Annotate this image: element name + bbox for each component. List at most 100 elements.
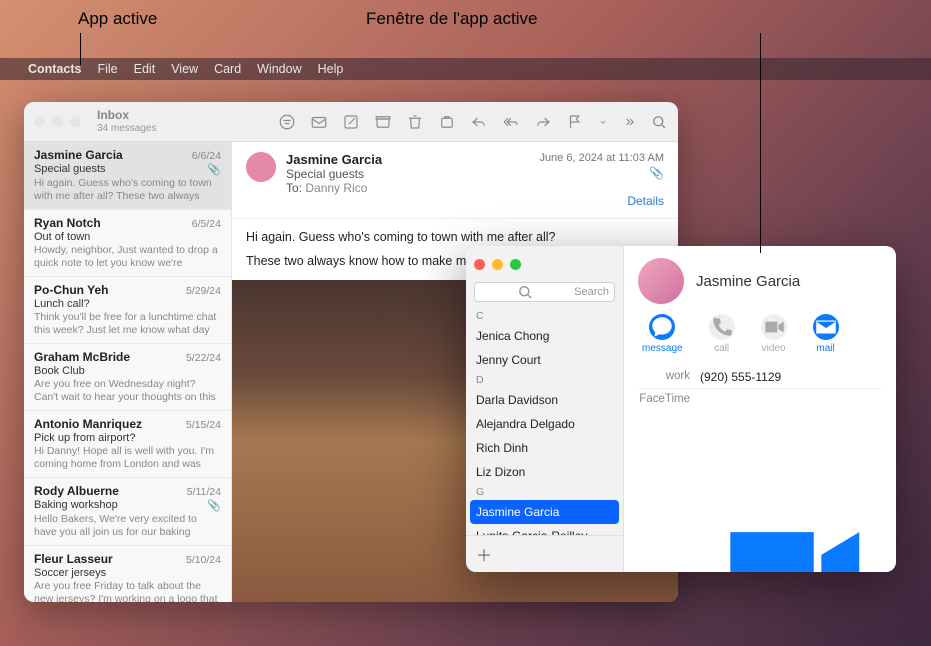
paperclip-icon: 📎 <box>207 163 221 176</box>
facetime-buttons[interactable] <box>700 393 882 572</box>
message-subject: Pick up from airport? <box>34 432 135 444</box>
facetime-label: FaceTime <box>638 393 700 572</box>
contact-list-item[interactable]: Jenny Court <box>466 348 623 372</box>
menu-view[interactable]: View <box>171 62 198 76</box>
open-message-date: June 6, 2024 at 11:03 AM <box>539 152 664 164</box>
mail-action-button[interactable]: mail <box>813 314 839 354</box>
open-message-to: Danny Rico <box>305 181 367 195</box>
mail-list-item[interactable]: Fleur Lasseur 5/10/24 Soccer jerseysAre yo… <box>24 546 231 602</box>
message-subject: Baking workshop <box>34 499 118 512</box>
mail-list-item[interactable]: Graham McBride 5/22/24 Book ClubAre you fr… <box>24 344 231 411</box>
message-subject: Book Club <box>34 365 85 377</box>
call-action-button[interactable]: call <box>709 314 735 354</box>
contact-list-item[interactable]: Darla Davidson <box>466 388 623 412</box>
open-message-from: Jasmine Garcia <box>286 152 529 167</box>
mail-traffic-lights[interactable] <box>34 116 81 127</box>
mail-message-list[interactable]: Jasmine Garcia6/6/24Special guests📎Hi ag… <box>24 142 232 602</box>
add-contact-button[interactable]: ＋ <box>466 535 623 572</box>
menu-bar: Contacts File Edit View Card Window Help <box>0 58 931 80</box>
contacts-traffic-lights[interactable] <box>474 259 521 270</box>
message-action-button[interactable]: message <box>642 314 683 354</box>
compose-icon[interactable] <box>342 113 360 131</box>
message-from: Ryan Notch <box>34 216 101 230</box>
callout-window-active: Fenêtre de l'app active <box>366 9 537 29</box>
contacts-section-header: C <box>466 308 623 324</box>
menu-window[interactable]: Window <box>257 62 301 76</box>
video-action-button[interactable]: video <box>761 314 787 354</box>
facetime-video-icon[interactable] <box>700 393 882 572</box>
menu-help[interactable]: Help <box>318 62 344 76</box>
menu-app-name[interactable]: Contacts <box>28 62 81 76</box>
contacts-window: Search CJenica ChongJenny CourtDDarla Da… <box>466 246 896 572</box>
message-subject: Special guests <box>34 163 106 176</box>
mail-list-item[interactable]: Ryan Notch 6/5/24 Out of townHowdy, neighb… <box>24 210 231 277</box>
more-icon[interactable] <box>622 113 636 131</box>
chevron-down-icon[interactable] <box>598 113 608 131</box>
message-from: Jasmine Garcia <box>34 148 123 162</box>
reply-all-icon[interactable] <box>502 113 520 131</box>
contacts-section-header: G <box>466 484 623 500</box>
mail-list-item[interactable]: Jasmine Garcia6/6/24Special guests📎Hi ag… <box>24 142 231 210</box>
new-mail-icon[interactable] <box>310 113 328 131</box>
open-message-subject: Special guests <box>286 167 529 181</box>
details-button[interactable]: Details <box>539 194 664 208</box>
message-date: 6/6/24 <box>192 150 221 162</box>
trash-icon[interactable] <box>406 113 424 131</box>
envelope-icon <box>813 314 839 340</box>
work-phone-value[interactable]: (920) 555-1129 <box>700 370 882 384</box>
filter-icon[interactable] <box>278 113 296 131</box>
search-placeholder: Search <box>574 286 609 298</box>
message-date: 5/10/24 <box>186 554 221 566</box>
message-from: Fleur Lasseur <box>34 552 113 566</box>
contacts-sidebar: Search CJenica ChongJenny CourtDDarla Da… <box>466 246 624 572</box>
message-subject: Soccer jerseys <box>34 567 106 579</box>
message-from: Po-Chun Yeh <box>34 283 108 297</box>
search-icon[interactable] <box>650 113 668 131</box>
message-preview: Think you'll be free for a lunchtime cha… <box>34 311 221 337</box>
contact-detail-pane: Jasmine Garcia message call video mail w… <box>624 246 896 572</box>
message-from: Antonio Manriquez <box>34 417 142 431</box>
mail-list-item[interactable]: Po-Chun Yeh5/29/24Lunch call?Think you'l… <box>24 277 231 344</box>
message-from: Rody Albuerne <box>34 484 119 498</box>
message-date: 5/11/24 <box>187 486 221 498</box>
message-preview: Are you free on Wednesday night? Can't w… <box>34 378 221 404</box>
mail-titlebar: Inbox 34 messages <box>24 102 678 142</box>
callout-app-active: App active <box>78 9 157 29</box>
flag-icon[interactable] <box>566 113 584 131</box>
paperclip-icon: 📎 <box>207 499 221 512</box>
message-preview: Howdy, neighbor, Just wanted to drop a q… <box>34 244 221 270</box>
contact-list-item[interactable]: Jenica Chong <box>466 324 623 348</box>
archive-icon[interactable] <box>374 113 392 131</box>
message-from: Graham McBride <box>34 350 130 364</box>
message-preview: Hello Bakers, We're very excited to have… <box>34 513 221 539</box>
body-line: Hi again. Guess who's coming to town wit… <box>246 229 664 247</box>
junk-icon[interactable] <box>438 113 456 131</box>
contact-list-item[interactable]: Jasmine Garcia <box>470 500 619 524</box>
to-label: To: <box>286 181 302 195</box>
message-subject: Out of town <box>34 231 90 243</box>
contact-list-item[interactable]: Rich Dinh <box>466 436 623 460</box>
contact-avatar <box>638 258 684 304</box>
mail-list-item[interactable]: Antonio Manriquez5/15/24Pick up from air… <box>24 411 231 478</box>
attachment-icon: 📎 <box>539 166 664 180</box>
sender-avatar <box>246 152 276 182</box>
contacts-search-input[interactable]: Search <box>474 282 615 302</box>
menu-file[interactable]: File <box>97 62 117 76</box>
forward-icon[interactable] <box>534 113 552 131</box>
menu-card[interactable]: Card <box>214 62 241 76</box>
mail-list-item[interactable]: Rody Albuerne 5/11/24 Baking workshop 📎Hell… <box>24 478 231 546</box>
video-icon <box>761 314 787 340</box>
mailbox-count: 34 messages <box>97 123 156 134</box>
contact-list-item[interactable]: Liz Dizon <box>466 460 623 484</box>
message-preview: Are you free Friday to talk about the ne… <box>34 580 221 602</box>
message-date: 5/22/24 <box>186 352 221 364</box>
work-phone-label: work <box>638 370 700 384</box>
callout-line <box>80 33 81 65</box>
menu-edit[interactable]: Edit <box>134 62 156 76</box>
contact-list-item[interactable]: Alejandra Delgado <box>466 412 623 436</box>
phone-icon <box>709 314 735 340</box>
contact-name: Jasmine Garcia <box>696 273 800 290</box>
reply-icon[interactable] <box>470 113 488 131</box>
contact-list-item[interactable]: Lupita Garcia-Reilley <box>466 524 623 535</box>
message-date: 6/5/24 <box>192 218 221 230</box>
